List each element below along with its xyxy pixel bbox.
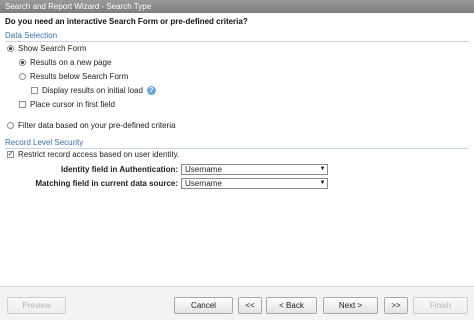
matching-field-label: Matching field in current data source:: [35, 179, 178, 188]
identity-field-select[interactable]: Username ▼: [181, 164, 328, 175]
chevron-down-icon: ▼: [319, 166, 326, 172]
section-title-data-selection: Data Selection: [5, 31, 58, 40]
label-show-search-form: Show Search Form: [18, 44, 87, 53]
section-divider: [5, 148, 469, 149]
checkbox-restrict-access[interactable]: ✓: [7, 151, 14, 158]
checkbox-display-initial-load[interactable]: [31, 87, 38, 94]
option-show-search-form[interactable]: Show Search Form: [7, 44, 86, 53]
label-display-initial-load: Display results on initial load: [42, 86, 143, 95]
option-filter-predefined[interactable]: Filter data based on your pre-defined cr…: [7, 121, 175, 130]
option-restrict-access[interactable]: ✓ Restrict record access based on user i…: [7, 150, 179, 159]
radio-filter-predefined[interactable]: [7, 122, 14, 129]
label-restrict-access: Restrict record access based on user ide…: [18, 150, 180, 159]
first-step-button[interactable]: <<: [238, 297, 262, 314]
section-title-record-security: Record Level Security: [5, 138, 84, 147]
label-filter-predefined: Filter data based on your pre-defined cr…: [18, 121, 176, 130]
radio-results-below[interactable]: [19, 73, 26, 80]
option-cursor-first-field[interactable]: Place cursor in first field: [19, 100, 115, 109]
last-step-button[interactable]: >>: [384, 297, 408, 314]
chevron-down-icon: ▼: [319, 180, 326, 186]
help-icon[interactable]: ?: [146, 86, 156, 95]
section-divider: [5, 41, 469, 42]
window-title: Search and Report Wizard - Search Type: [5, 2, 152, 11]
checkbox-cursor-first-field[interactable]: [19, 101, 26, 108]
back-button[interactable]: < Back: [266, 297, 317, 314]
page-question: Do you need an interactive Search Form o…: [5, 17, 248, 26]
option-display-initial-load[interactable]: Display results on initial load ?: [31, 86, 156, 95]
option-results-below[interactable]: Results below Search Form: [19, 72, 128, 81]
cancel-button[interactable]: Cancel: [174, 297, 233, 314]
radio-results-new-page[interactable]: [19, 59, 26, 66]
matching-field-select[interactable]: Username ▼: [181, 178, 328, 189]
next-button[interactable]: Next >: [323, 297, 378, 314]
label-cursor-first-field: Place cursor in first field: [30, 100, 115, 109]
radio-show-search-form[interactable]: [7, 45, 14, 52]
matching-field-value: Username: [185, 179, 222, 188]
option-results-new-page[interactable]: Results on a new page: [19, 58, 111, 67]
identity-field-label: Identity field in Authentication:: [60, 165, 178, 174]
finish-button[interactable]: Finish: [413, 297, 468, 314]
label-results-below: Results below Search Form: [30, 72, 129, 81]
identity-field-value: Username: [185, 165, 222, 174]
label-results-new-page: Results on a new page: [30, 58, 112, 67]
preview-button[interactable]: Preview: [7, 297, 66, 314]
window-title-bar: Search and Report Wizard - Search Type: [0, 0, 474, 13]
